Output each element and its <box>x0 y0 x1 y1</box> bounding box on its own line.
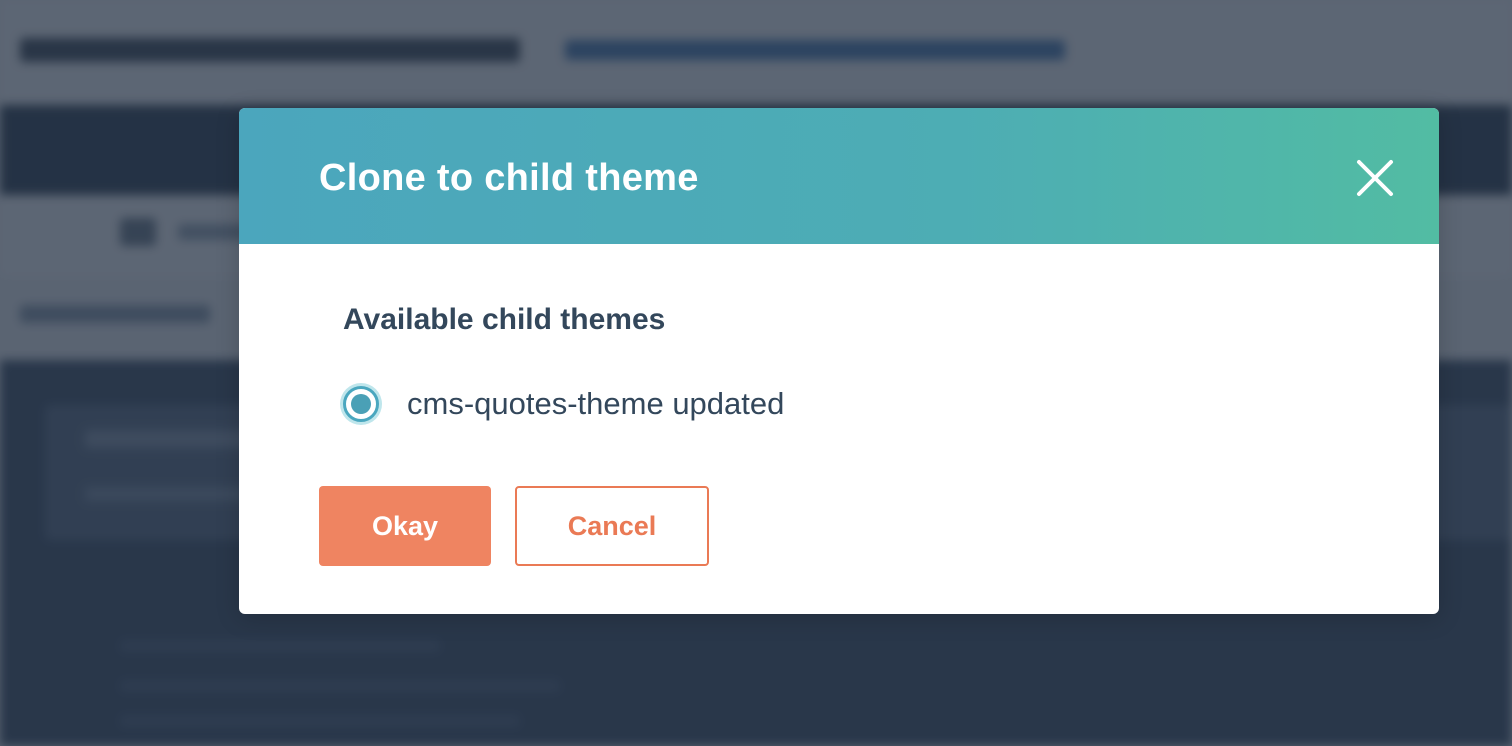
available-child-themes-label: Available child themes <box>343 303 666 336</box>
cancel-button[interactable]: Cancel <box>515 486 709 566</box>
radio-selected-dot <box>351 394 371 414</box>
radio-option-cms-quotes-theme-updated[interactable]: cms-quotes-theme updated <box>343 384 784 424</box>
radio-button-selected[interactable] <box>343 386 379 422</box>
dialog-header: Clone to child theme <box>239 108 1439 244</box>
dialog-title: Clone to child theme <box>319 157 699 199</box>
radio-option-label: cms-quotes-theme updated <box>407 386 785 421</box>
close-button[interactable] <box>1351 154 1399 202</box>
clone-to-child-theme-dialog: Clone to child theme Available child the… <box>239 108 1439 614</box>
close-icon <box>1351 154 1399 202</box>
okay-button[interactable]: Okay <box>319 486 491 566</box>
